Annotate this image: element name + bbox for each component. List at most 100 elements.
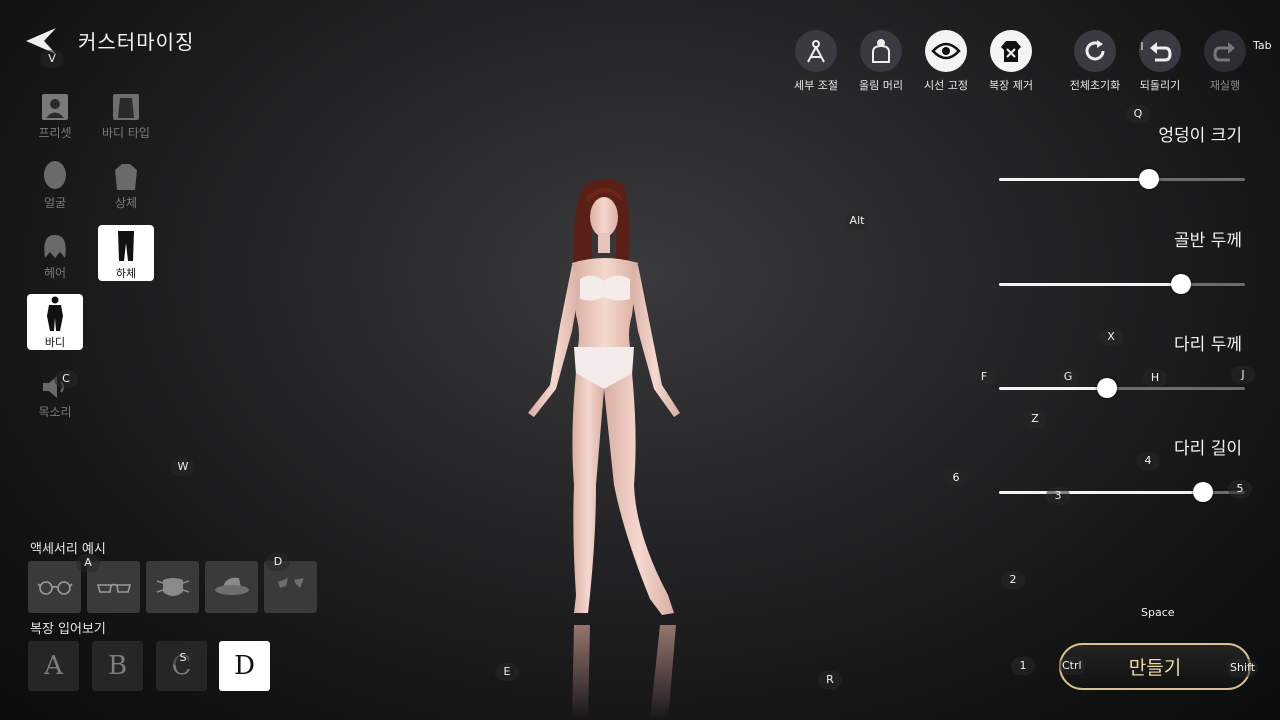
face-icon [44, 161, 66, 189]
category-body[interactable]: 바디 [27, 294, 83, 350]
accessory-round-glasses[interactable] [28, 561, 81, 613]
outfit-option-a[interactable]: A [28, 641, 79, 691]
eye-icon [925, 30, 967, 72]
hat-icon [214, 577, 249, 595]
key-hint-1: 1 [1011, 657, 1035, 675]
remove-outfit-icon [990, 30, 1032, 72]
slider-label-pelvis-width: 골반 두께 [1174, 231, 1242, 251]
remove-outfit-button[interactable]: 복장 제거 [979, 30, 1043, 93]
create-button-label: 만들기 [1128, 657, 1182, 679]
category-label: 바디 타입 [102, 126, 150, 140]
slider-leg-thickness[interactable] [999, 378, 1245, 398]
accessory-mask[interactable] [146, 561, 199, 613]
tool-label: 시선 고정 [924, 79, 968, 92]
category-label: 하체 [115, 267, 137, 280]
key-hint-e: E [495, 663, 519, 681]
redo-button[interactable]: 재실행 [1193, 30, 1257, 93]
slider-leg-length[interactable] [999, 482, 1245, 502]
key-hint-w: W [171, 458, 195, 476]
page-title: 커스터마이징 [78, 30, 195, 54]
legs-icon [118, 231, 134, 261]
detail-adjust-button[interactable]: 세부 조절 [784, 30, 848, 93]
key-hint-ctrl: Ctrl [1059, 657, 1085, 675]
key-hint-4: 4 [1136, 452, 1160, 470]
category-label: 상체 [114, 196, 138, 210]
tool-label: 재실행 [1209, 79, 1241, 92]
slider-thumb[interactable] [1097, 378, 1118, 398]
outfit-option-b[interactable]: B [92, 641, 143, 691]
body-icon [47, 296, 63, 331]
category-hair[interactable]: 헤어 [27, 225, 83, 281]
key-hint-s: S [171, 649, 195, 667]
key-hint-h: H [1143, 369, 1167, 387]
portrait-icon [42, 94, 68, 120]
key-hint-f: F [972, 368, 996, 386]
category-label: 바디 [44, 336, 66, 349]
key-hint-v: V [40, 50, 64, 68]
slider-thumb[interactable] [1139, 169, 1160, 189]
key-hint-j: J [1231, 366, 1255, 384]
key-hint-g: G [1056, 368, 1080, 386]
hair-clip-icon [277, 578, 304, 588]
accessory-hat[interactable] [205, 561, 258, 613]
slider-fill [999, 178, 1150, 181]
key-hint-3: 3 [1046, 487, 1070, 505]
create-button[interactable]: 만들기 [1059, 643, 1251, 690]
upper-body-icon [115, 164, 137, 190]
slider-label-leg-length: 다리 길이 [1174, 439, 1242, 459]
slider-thumb[interactable] [1193, 482, 1214, 502]
category-body-type[interactable]: 바디 타입 [98, 85, 154, 141]
category-label: 목소리 [38, 405, 72, 419]
tool-label: 세부 조절 [794, 79, 838, 92]
slider-thumb[interactable] [1171, 274, 1192, 294]
slider-label-leg-thickness: 다리 두께 [1174, 335, 1242, 355]
key-hint-i: I [1140, 40, 1144, 53]
key-hint-tab: Tab [1253, 39, 1272, 52]
key-hint-shift: Shift [1227, 659, 1259, 677]
key-hint-c: C [54, 370, 78, 388]
key-hint-6: 6 [944, 469, 968, 487]
category-lower[interactable]: 하체 [98, 225, 154, 281]
category-preset[interactable]: 프리셋 [27, 85, 83, 141]
key-hint-d: D [266, 553, 290, 571]
outfit-preview-title: 복장 입어보기 [30, 622, 106, 637]
slider-fill [999, 283, 1182, 286]
reset-all-button[interactable]: 전체초기화 [1063, 30, 1127, 93]
tool-label: 전체초기화 [1069, 79, 1121, 92]
mask-icon [156, 578, 189, 596]
key-hint-z: Z [1023, 410, 1047, 428]
key-hint-2: 2 [1001, 571, 1025, 589]
tool-label: 올림 머리 [859, 79, 903, 92]
torso-icon [113, 94, 139, 120]
tool-label: 되돌리기 [1139, 79, 1181, 92]
key-hint-space: Space [1141, 606, 1175, 619]
gaze-lock-button[interactable]: 시선 고정 [914, 30, 978, 93]
category-label: 헤어 [43, 266, 67, 280]
category-label: 프리셋 [38, 126, 72, 140]
slider-label-hip-size: 엉덩이 크기 [1158, 126, 1242, 146]
slider-pelvis-width[interactable] [999, 274, 1245, 294]
key-hint-q: Q [1126, 105, 1150, 123]
tool-label: 복장 제거 [989, 79, 1033, 92]
compass-icon [795, 30, 837, 72]
character-model[interactable] [500, 175, 740, 720]
slider-fill [999, 387, 1108, 390]
category-upper[interactable]: 상체 [98, 155, 154, 211]
key-hint-a: A [76, 554, 100, 572]
category-label: 얼굴 [43, 196, 67, 210]
glasses-icon [96, 583, 131, 593]
slider-fill [999, 491, 1204, 494]
key-hint-5: 5 [1228, 480, 1252, 498]
category-face[interactable]: 얼굴 [27, 155, 83, 211]
key-hint-alt: Alt [845, 212, 869, 230]
round-glasses-icon [36, 581, 73, 595]
hair-icon [44, 235, 66, 258]
key-hint-r: R [818, 671, 842, 689]
reset-icon [1074, 30, 1116, 72]
redo-icon [1204, 30, 1246, 72]
outfit-option-d[interactable]: D [219, 641, 270, 691]
key-hint-x: X [1099, 328, 1123, 346]
updo-hair-button[interactable]: 올림 머리 [849, 30, 913, 93]
slider-hip-size[interactable] [999, 169, 1245, 189]
updo-hair-icon [860, 30, 902, 72]
